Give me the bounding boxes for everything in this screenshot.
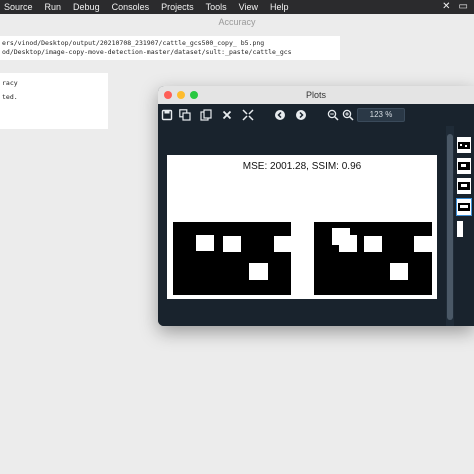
thumbnail-strip [454,126,474,326]
menu-bar: Source Run Debug Consoles Projects Tools… [0,0,474,14]
left-image [173,222,291,295]
white-square [196,235,214,251]
copy-icon[interactable] [199,108,213,122]
white-square [249,263,268,280]
menu-help[interactable]: Help [264,0,295,14]
next-icon[interactable] [294,108,308,122]
close-all-icon[interactable] [241,108,255,122]
plot-thumbnail[interactable] [457,178,471,194]
close-x-icon[interactable]: ✕ [442,0,450,14]
menu-run[interactable]: Run [39,0,68,14]
white-square [364,236,382,252]
white-square [223,236,241,252]
console-line: ted. [2,93,18,101]
plots-toolbar: 123 % [158,104,474,126]
menu-view[interactable]: View [233,0,264,14]
path-output: ers/vinod/Desktop/output/20210708_231907… [0,36,340,60]
white-square [390,263,408,280]
previous-icon[interactable] [273,108,287,122]
console-output: racy ted. [0,73,108,129]
menu-debug[interactable]: Debug [67,0,106,14]
right-image [314,222,432,295]
zoom-level-field[interactable]: 123 % [357,108,405,122]
scrollbar-thumb[interactable] [447,134,453,320]
path-line: ers/vinod/Desktop/output/20210708_231907… [2,39,265,47]
plots-titlebar[interactable]: Plots [158,86,474,104]
window-title: Accuracy [218,17,256,27]
save-all-icon[interactable] [178,108,192,122]
figure: MSE: 2001.28, SSIM: 0.96 [167,155,437,299]
white-square [339,235,357,252]
plots-title: Plots [305,90,326,100]
white-square [414,236,432,252]
zoom-out-icon[interactable] [326,108,340,122]
folder-icon[interactable]: ▭ [459,0,468,14]
zoom-in-icon[interactable] [341,108,355,122]
plot-thumbnail-selected[interactable] [456,198,472,216]
menu-projects[interactable]: Projects [155,0,200,14]
menu-source[interactable]: Source [0,0,39,14]
close-icon[interactable] [220,108,234,122]
image-panels [173,222,432,295]
plot-thumbnail[interactable] [457,137,471,153]
menu-tools[interactable]: Tools [200,0,233,14]
white-square [274,236,291,252]
plot-thumbnail[interactable] [457,158,471,174]
console-line: racy [2,79,18,87]
path-line: od/Desktop/image-copy-move-detection-mas… [2,47,292,56]
save-icon[interactable] [160,108,174,122]
plot-thumbnail[interactable] [457,221,463,237]
menu-consoles[interactable]: Consoles [106,0,156,14]
